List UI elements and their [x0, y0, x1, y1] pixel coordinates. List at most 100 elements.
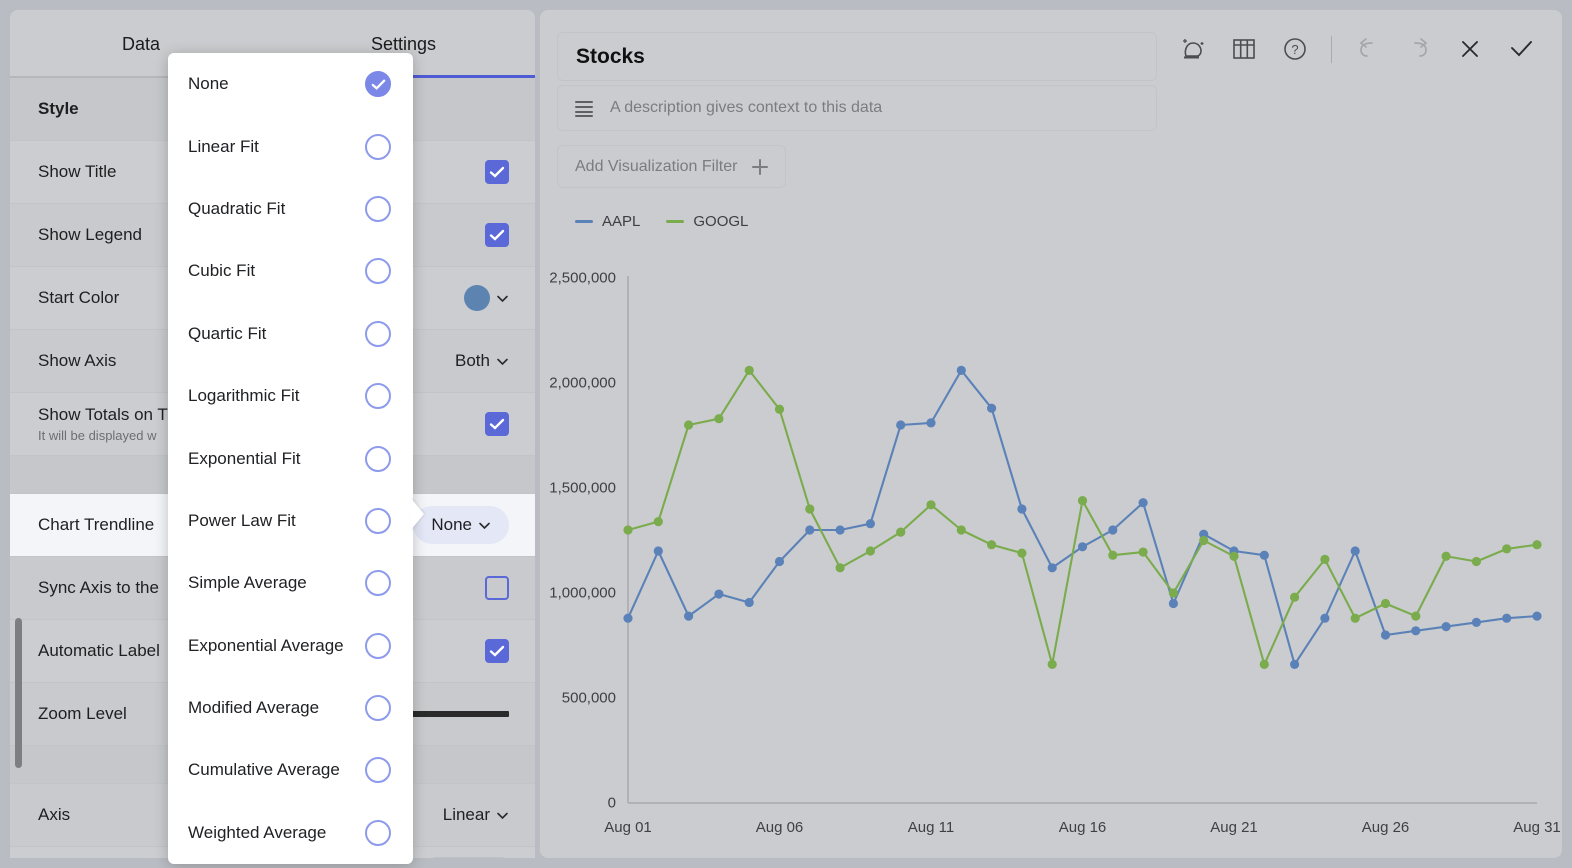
dropdown-option-cubic-fit[interactable]: Cubic Fit: [168, 240, 413, 302]
data-point: [1411, 611, 1421, 621]
dropdown-option-linear-fit[interactable]: Linear Fit: [168, 115, 413, 177]
row-control: [419, 223, 509, 247]
select-value: Linear: [442, 805, 490, 824]
data-point: [1108, 525, 1118, 535]
data-point: [926, 418, 936, 428]
help-icon[interactable]: ?: [1276, 30, 1314, 68]
legend-color-swatch: [575, 220, 593, 223]
chart-title-input[interactable]: Stocks: [557, 32, 1157, 81]
plus-icon: [750, 157, 770, 177]
legend-item-googl[interactable]: GOOGL: [666, 213, 748, 230]
legend-item-aapl[interactable]: AAPL: [575, 213, 640, 230]
chart-legend: AAPL GOOGL: [575, 213, 748, 230]
trendline-dropdown-menu: None Linear Fit Quadratic Fit Cubic Fit Quar…: [168, 53, 413, 864]
chevron-down-icon: [496, 809, 509, 822]
magic-wand-icon[interactable]: [1174, 30, 1212, 68]
dropdown-option-label: None: [188, 74, 229, 94]
x-axis-tick-label: Aug 01: [604, 819, 652, 836]
row-control: None: [413, 506, 509, 544]
data-point: [653, 517, 663, 527]
select-value: None: [431, 515, 472, 534]
dropdown-option-power-law-fit[interactable]: Power Law Fit: [168, 490, 413, 552]
x-axis-tick-label: Aug 31: [1513, 819, 1561, 836]
dropdown-option-cumulative-average[interactable]: Cumulative Average: [168, 739, 413, 801]
data-point: [1411, 626, 1421, 636]
dropdown-option-simple-average[interactable]: Simple Average: [168, 552, 413, 614]
data-point: [1199, 535, 1209, 546]
data-point: [956, 525, 966, 535]
data-point: [714, 589, 724, 599]
dropdown-option-none[interactable]: None: [168, 53, 413, 115]
radio-unselected-icon[interactable]: [365, 757, 391, 784]
data-point: [1350, 546, 1360, 556]
dropdown-option-label: Quartic Fit: [188, 323, 267, 343]
dropdown-option-logarithmic-fit[interactable]: Logarithmic Fit: [168, 365, 413, 427]
dropdown-option-exponential-fit[interactable]: Exponential Fit: [168, 427, 413, 489]
dropdown-option-label: Logarithmic Fit: [188, 386, 300, 406]
data-point: [1290, 659, 1300, 669]
dropdown-option-label: Linear Fit: [188, 136, 259, 156]
dropdown-option-weighted-average[interactable]: Weighted Average: [168, 802, 413, 864]
select-chart-trendline[interactable]: None: [413, 506, 509, 544]
dropdown-option-modified-average[interactable]: Modified Average: [168, 677, 413, 739]
close-icon[interactable]: [1451, 30, 1489, 68]
undo-icon[interactable]: [1349, 30, 1387, 68]
radio-unselected-icon[interactable]: [365, 632, 391, 659]
redo-icon[interactable]: [1400, 30, 1438, 68]
row-control: [419, 160, 509, 184]
confirm-icon[interactable]: [1502, 30, 1540, 68]
select-show-axis[interactable]: Both: [455, 349, 509, 373]
table-icon[interactable]: [1225, 30, 1263, 68]
auto-value-field[interactable]: Auto: [428, 857, 509, 858]
dropdown-option-label: Modified Average: [188, 698, 320, 718]
radio-unselected-icon[interactable]: [365, 195, 391, 222]
color-picker-start-color[interactable]: [464, 283, 509, 313]
data-point: [1017, 504, 1027, 514]
radio-unselected-icon[interactable]: [365, 445, 391, 472]
select-axis[interactable]: Linear: [443, 803, 509, 827]
color-swatch: [464, 285, 490, 311]
checkbox-show-totals-on-t[interactable]: [485, 412, 509, 436]
radio-unselected-icon[interactable]: [365, 258, 391, 285]
checkbox-show-title[interactable]: [485, 160, 509, 184]
data-point: [987, 403, 997, 413]
series-aapl: [623, 365, 1542, 669]
checkbox-automatic-label[interactable]: [485, 639, 509, 663]
radio-unselected-icon[interactable]: [365, 133, 391, 160]
data-point: [1532, 540, 1542, 550]
radio-unselected-icon[interactable]: [365, 383, 391, 410]
data-point: [1168, 598, 1178, 609]
data-point: [865, 546, 875, 556]
row-control: Linear: [419, 803, 509, 827]
legend-label: GOOGL: [693, 213, 749, 230]
data-point: [774, 556, 785, 567]
dropdown-option-exponential-average[interactable]: Exponential Average: [168, 615, 413, 677]
checkbox-sync-axis-to-the[interactable]: [485, 576, 509, 600]
data-point: [1077, 496, 1088, 506]
chevron-down-icon: [478, 519, 491, 532]
data-point: [1532, 611, 1542, 621]
checkbox-show-legend[interactable]: [485, 223, 509, 247]
radio-selected-icon[interactable]: [365, 71, 391, 98]
radio-unselected-icon[interactable]: [365, 507, 391, 534]
radio-unselected-icon[interactable]: [365, 695, 391, 722]
add-visualization-filter-button[interactable]: Add Visualization Filter: [557, 145, 787, 188]
data-point: [1471, 617, 1481, 627]
dropdown-option-label: Exponential Average: [188, 635, 344, 655]
tab-data-label: Data: [121, 33, 161, 54]
radio-unselected-icon[interactable]: [365, 819, 391, 846]
radio-unselected-icon[interactable]: [365, 320, 391, 347]
settings-scrollbar-thumb[interactable]: [15, 618, 22, 768]
row-control: [419, 412, 509, 436]
header-actions: ?: [1174, 30, 1540, 68]
zoom-level-slider[interactable]: [409, 711, 509, 717]
data-point: [1441, 551, 1451, 561]
legend-label: AAPL: [602, 213, 641, 230]
chart-description-input[interactable]: A description gives context to this data: [557, 85, 1157, 131]
data-point: [774, 404, 785, 414]
data-point: [1380, 598, 1391, 609]
radio-unselected-icon[interactable]: [365, 570, 391, 597]
row-control: [419, 576, 509, 600]
dropdown-option-quartic-fit[interactable]: Quartic Fit: [168, 303, 413, 365]
dropdown-option-quadratic-fit[interactable]: Quadratic Fit: [168, 178, 413, 240]
